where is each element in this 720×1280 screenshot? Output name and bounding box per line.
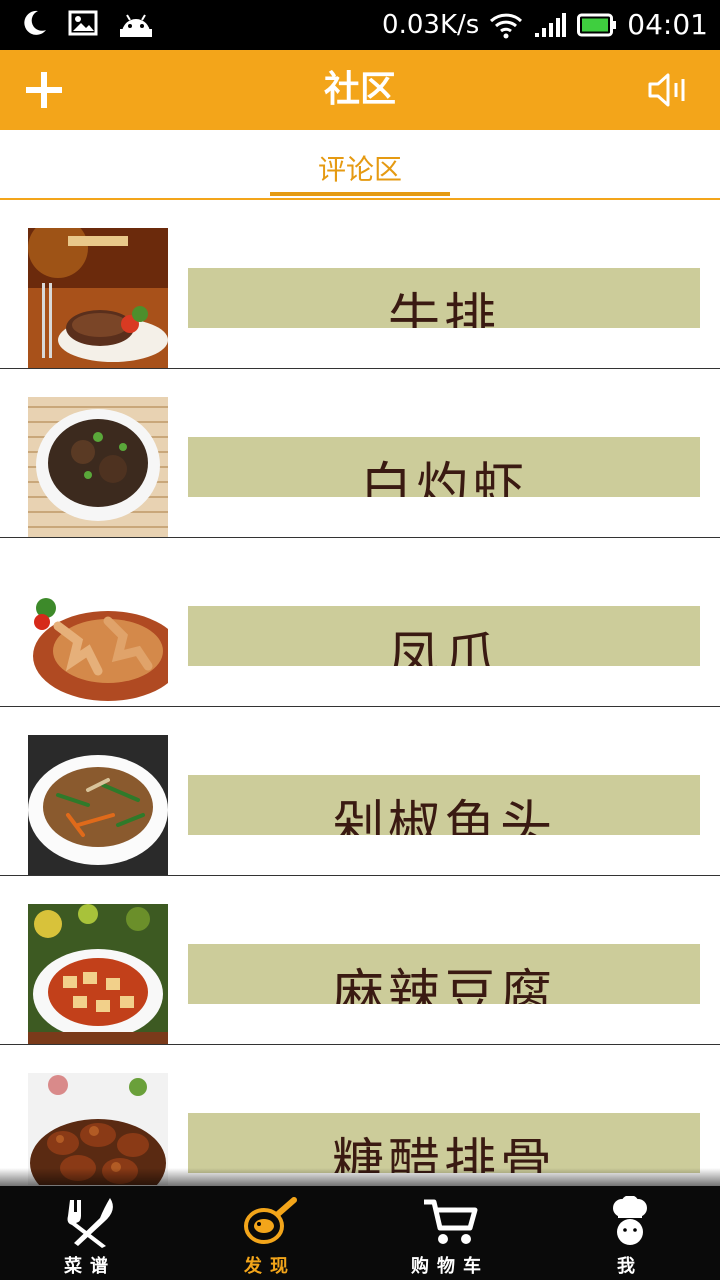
- dish-name: 剁椒鱼头: [331, 796, 556, 835]
- dish-name: 麻辣豆腐: [331, 965, 556, 1004]
- nav-label: 购物车: [411, 1256, 489, 1277]
- dish-list: 牛排 白灼虾 凤爪 剁椒鱼头 麻辣豆腐 糖醋排骨: [0, 200, 720, 1185]
- list-item[interactable]: 剁椒鱼头: [0, 707, 720, 876]
- android-icon: [120, 14, 152, 37]
- status-bar: 0.03K/s 04:01: [0, 0, 720, 50]
- cart-icon: [424, 1199, 478, 1244]
- fork-knife-icon: [67, 1198, 113, 1248]
- dish-name: 白灼虾: [359, 458, 528, 497]
- tab-bar: 评论区: [0, 130, 720, 200]
- network-speed: 0.03K/s: [382, 9, 480, 40]
- chef-icon: [613, 1196, 647, 1245]
- image-icon: [68, 10, 98, 36]
- steak-photo: [28, 228, 168, 368]
- mapo-tofu-photo: [28, 904, 168, 1044]
- list-item[interactable]: 麻辣豆腐: [0, 876, 720, 1045]
- battery-icon: [577, 13, 617, 36]
- wifi-icon: [490, 13, 523, 38]
- dish-name: 糖醋排骨: [331, 1134, 556, 1173]
- list-item[interactable]: 凤爪: [0, 538, 720, 707]
- nav-cart[interactable]: 购物车: [360, 1186, 540, 1280]
- dish-name: 凤爪: [387, 627, 500, 666]
- tab-comments[interactable]: 评论区: [270, 148, 450, 188]
- clock: 04:01: [627, 8, 708, 41]
- app-bar: 社区: [0, 50, 720, 130]
- nav-label: 发现: [244, 1256, 296, 1277]
- chicken-feet-photo: [28, 566, 168, 706]
- braised-dish-photo: [28, 397, 168, 537]
- page-title: 社区: [323, 69, 396, 110]
- dish-name-band: 牛排: [188, 268, 700, 328]
- nav-me[interactable]: 我: [540, 1186, 720, 1280]
- list-item[interactable]: 牛排: [0, 200, 720, 369]
- nav-label: 我: [617, 1256, 643, 1277]
- signal-icon: [535, 12, 567, 37]
- nav-discover[interactable]: 发现: [180, 1186, 360, 1280]
- stirfry-photo: [28, 735, 168, 875]
- dish-name-band: 白灼虾: [188, 437, 700, 497]
- dish-name-band: 凤爪: [188, 606, 700, 666]
- list-item[interactable]: 白灼虾: [0, 369, 720, 538]
- nav-recipes[interactable]: 菜谱: [0, 1186, 180, 1280]
- moon-icon: [24, 10, 46, 35]
- bottom-nav: 菜谱 发现 购物车 我: [0, 1168, 720, 1280]
- speaker-icon[interactable]: [646, 70, 690, 110]
- discover-pan-icon: [244, 1197, 297, 1244]
- dish-name-band: 麻辣豆腐: [188, 944, 700, 1004]
- dish-name: 牛排: [387, 289, 500, 328]
- tab-indicator: [270, 192, 450, 196]
- dish-name-band: 剁椒鱼头: [188, 775, 700, 835]
- list-item[interactable]: 糖醋排骨: [0, 1045, 720, 1185]
- dish-name-band: 糖醋排骨: [188, 1113, 700, 1173]
- nav-label: 菜谱: [64, 1256, 116, 1277]
